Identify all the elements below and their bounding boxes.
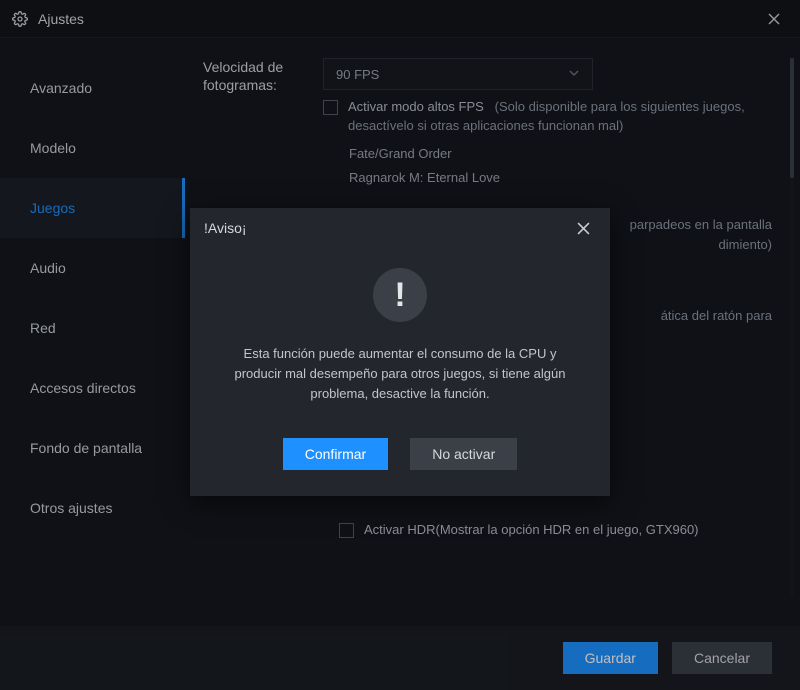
modal-header: !Aviso¡ <box>190 208 610 248</box>
confirm-button[interactable]: Confirmar <box>283 438 388 470</box>
modal-backdrop: !Aviso¡ ! Esta función puede aumentar el… <box>0 0 800 690</box>
warning-modal: !Aviso¡ ! Esta función puede aumentar el… <box>190 208 610 496</box>
modal-message: Esta función puede aumentar el consumo d… <box>220 344 580 404</box>
noactivate-button[interactable]: No activar <box>410 438 517 470</box>
settings-window: Ajustes Avanzado Modelo Juegos Audio Red… <box>0 0 800 690</box>
modal-close-button[interactable] <box>570 215 596 241</box>
exclamation-icon: ! <box>373 268 427 322</box>
modal-footer: Confirmar No activar <box>190 414 610 496</box>
modal-title: !Aviso¡ <box>204 220 570 236</box>
